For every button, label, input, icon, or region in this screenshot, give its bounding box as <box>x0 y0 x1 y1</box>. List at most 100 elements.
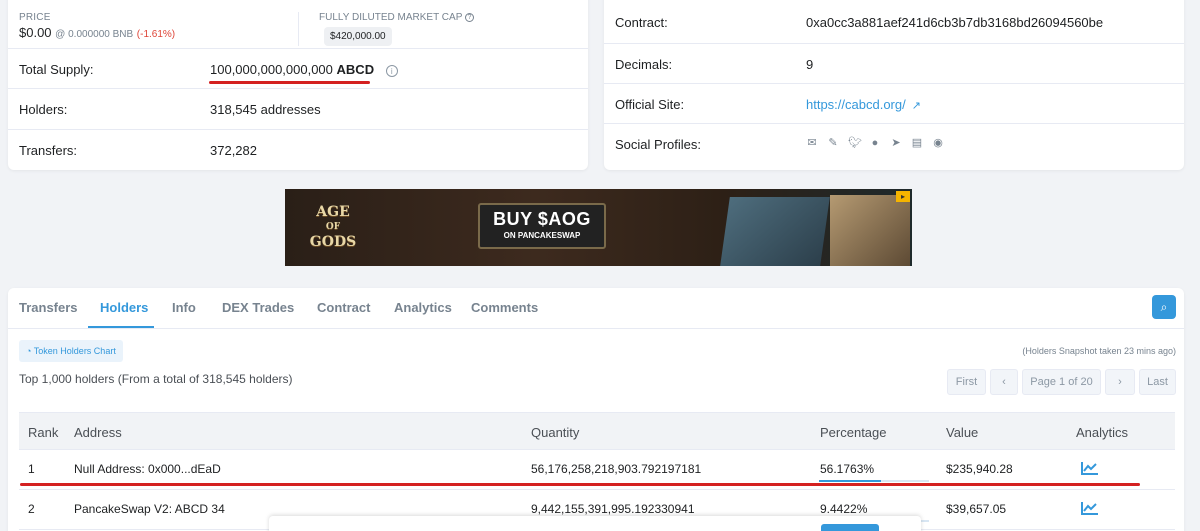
email-icon[interactable]: ✉ <box>806 137 818 149</box>
social-profiles-row: Social Profiles: ✉ ✎ 🐦︎ ● ➤ ▤ ◉ <box>604 123 1184 164</box>
official-site-row: Official Site: https://cabcd.org/ ↗ <box>604 83 1184 124</box>
transfers-label: Transfers: <box>19 143 78 158</box>
tab-comments[interactable]: Comments <box>471 300 538 315</box>
logo-line2: OF <box>325 222 341 232</box>
holders-snapshot-note: (Holders Snapshot taken 23 mins ago) <box>1022 346 1176 356</box>
pencil-icon[interactable]: ✎ <box>827 137 839 149</box>
pager-page-indicator: Page 1 of 20 <box>1022 369 1101 395</box>
token-overview-card: PRICE $0.00 @ 0.000000 BNB (-1.61%) FULL… <box>8 0 588 170</box>
price-label: PRICE <box>19 12 51 23</box>
token-tabs-card: Transfers Holders Info DEX Trades Contra… <box>8 288 1184 531</box>
banner-art-character <box>830 195 910 266</box>
annotation-underline <box>209 81 370 84</box>
banner-cta-subtitle: ON PANCAKESWAP <box>503 231 581 240</box>
question-icon[interactable]: ? <box>464 12 474 22</box>
divider <box>298 12 299 46</box>
col-quantity: Quantity <box>531 425 580 440</box>
price-row: PRICE $0.00 @ 0.000000 BNB (-1.61%) FULL… <box>8 0 588 48</box>
bottom-popup <box>269 516 921 531</box>
logo-line1: AGE <box>316 204 350 220</box>
ad-banner[interactable]: AGE OF GODS BUY $AOG ON PANCAKESWAP ▸ <box>285 189 912 266</box>
pager-prev-button[interactable]: ‹ <box>990 369 1018 395</box>
value-cell: $235,940.28 <box>946 462 1013 476</box>
pager-last-button[interactable]: Last <box>1139 369 1176 395</box>
contract-row: Contract: 0xa0cc3a881aef241d6cb3b7db3168… <box>604 2 1184 43</box>
total-supply-value: 100,000,000,000,000 ABCD i <box>210 62 398 77</box>
github-icon[interactable]: ● <box>869 137 881 149</box>
col-value: Value <box>946 425 979 440</box>
tab-transfers[interactable]: Transfers <box>19 300 78 315</box>
search-icon: ⌕ <box>1160 300 1168 314</box>
price-usd: $0.00 <box>19 25 52 40</box>
coinmarketcap-icon[interactable]: ◉ <box>932 137 944 149</box>
fdmc-label: FULLY DILUTED MARKET CAP ? <box>319 12 474 23</box>
transfers-value: 372,282 <box>210 143 257 158</box>
quantity-cell: 9,442,155,391,995.192330941 <box>531 502 695 516</box>
decimals-value: 9 <box>806 57 814 72</box>
tab-holders[interactable]: Holders <box>100 300 148 315</box>
percentage-cell: 9.4422% <box>820 502 868 516</box>
total-supply-label: Total Supply: <box>19 62 94 77</box>
tab-contract[interactable]: Contract <box>317 300 370 315</box>
col-rank: Rank <box>28 425 59 440</box>
official-site-label: Official Site: <box>615 97 685 112</box>
fdmc-label-text: FULLY DILUTED MARKET CAP <box>319 12 463 23</box>
col-analytics: Analytics <box>1076 425 1129 440</box>
holders-label: Holders: <box>19 102 68 117</box>
percentage-cell: 56.1763% <box>820 462 875 476</box>
address-link[interactable]: PancakeSwap V2: ABCD 34 <box>74 502 225 516</box>
value-cell: $39,657.05 <box>946 502 1007 516</box>
percentage-bar-fill <box>819 480 881 482</box>
info-icon[interactable]: i <box>385 65 398 77</box>
total-supply-row: Total Supply: 100,000,000,000,000 ABCD i <box>8 48 588 89</box>
rank-cell: 1 <box>28 462 35 476</box>
search-button[interactable]: ⌕ <box>1152 295 1176 319</box>
contract-link[interactable]: 0xa0cc3a881aef241d6cb3b7db3168bd26094560… <box>806 15 1103 30</box>
price-bnb: @ 0.000000 BNB <box>55 29 134 40</box>
decimals-row: Decimals: 9 <box>604 43 1184 84</box>
banner-cta[interactable]: BUY $AOG ON PANCAKESWAP <box>478 203 606 249</box>
decimals-label: Decimals: <box>615 57 673 72</box>
transfers-row: Transfers: 372,282 <box>8 129 588 170</box>
quantity-cell: 56,176,258,218,903.792197181 <box>531 462 702 476</box>
token-holders-chart-button[interactable]: ◔ Token Holders Chart <box>19 340 123 362</box>
token-holders-chart-label: Token Holders Chart <box>33 346 116 356</box>
document-icon[interactable]: ▤ <box>911 137 923 149</box>
logo-line3: GODS <box>309 234 357 250</box>
analytics-chart-icon[interactable] <box>1081 501 1099 515</box>
pager-first-button[interactable]: First <box>947 369 986 395</box>
banner-art-card <box>720 197 830 266</box>
game-logo: AGE OF GODS <box>301 205 365 251</box>
ad-tag-icon[interactable]: ▸ <box>896 191 910 202</box>
percentage-bar <box>819 480 929 482</box>
official-site-link[interactable]: https://cabcd.org/ <box>806 97 906 112</box>
external-link-icon[interactable]: ↗ <box>912 99 921 112</box>
pager-next-button[interactable]: › <box>1105 369 1135 395</box>
address-link[interactable]: Null Address: 0x000...dEaD <box>74 462 221 476</box>
official-site-value: https://cabcd.org/ ↗ <box>806 97 921 112</box>
holders-value: 318,545 addresses <box>210 102 321 117</box>
holders-summary: Top 1,000 holders (From a total of 318,5… <box>19 372 293 386</box>
tab-info[interactable]: Info <box>172 300 196 315</box>
total-supply-amount: 100,000,000,000,000 <box>210 62 333 77</box>
pie-chart-icon: ◔ <box>26 346 32 356</box>
tab-analytics[interactable]: Analytics <box>394 300 452 315</box>
active-tab-indicator <box>88 326 154 328</box>
annotation-row-underline <box>20 483 1140 486</box>
col-percentage: Percentage <box>820 425 887 440</box>
tab-bar: Transfers Holders Info DEX Trades Contra… <box>8 288 1184 329</box>
rank-cell: 2 <box>28 502 35 516</box>
banner-cta-title: BUY $AOG <box>493 209 591 229</box>
telegram-icon[interactable]: ➤ <box>890 137 902 149</box>
holders-row: Holders: 318,545 addresses <box>8 88 588 129</box>
col-address: Address <box>74 425 122 440</box>
twitter-icon[interactable]: 🐦︎ <box>848 137 862 149</box>
popup-button[interactable] <box>821 524 879 531</box>
tab-dex-trades[interactable]: DEX Trades <box>222 300 294 315</box>
price-value: $0.00 @ 0.000000 BNB (-1.61%) <box>19 25 175 40</box>
price-change: (-1.61%) <box>136 29 176 40</box>
holders-table-header: Rank Address Quantity Percentage Value A… <box>19 412 1175 450</box>
contract-label: Contract: <box>615 15 668 30</box>
analytics-chart-icon[interactable] <box>1081 461 1099 475</box>
token-profile-card: Contract: 0xa0cc3a881aef241d6cb3b7db3168… <box>604 0 1184 170</box>
